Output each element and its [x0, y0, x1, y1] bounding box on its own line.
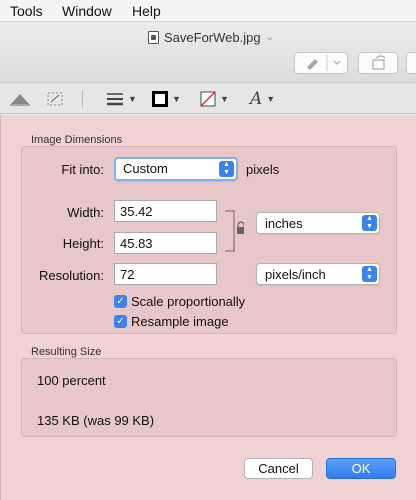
rotate-button[interactable] [358, 52, 398, 74]
text-style-icon: A [250, 89, 263, 109]
image-dimensions-label: Image Dimensions [31, 134, 123, 146]
border-color-button[interactable]: ▼ [152, 90, 181, 108]
line-style-icon [107, 93, 123, 106]
resize-icon [47, 92, 63, 106]
size-unit-value: inches [265, 216, 303, 231]
rotate-icon [372, 55, 386, 70]
checkbox-checked-icon: ✓ [114, 315, 127, 328]
title-bar: SaveForWeb.jpg ⌄ [0, 22, 416, 82]
scale-proportionally-checkbox[interactable]: ✓ Scale proportionally [114, 294, 245, 309]
resulting-size-box: 100 percent 135 KB (was 99 KB) [21, 358, 397, 437]
markup-pen-icon [307, 55, 341, 71]
toolbar-divider [82, 90, 83, 108]
document-icon [148, 31, 159, 44]
border-color-icon [152, 91, 168, 107]
scale-proportionally-label: Scale proportionally [131, 294, 246, 309]
fill-color-button[interactable]: ▼ [200, 90, 229, 108]
fill-color-icon [200, 91, 216, 107]
height-field[interactable]: 45.83 [114, 232, 217, 254]
menu-bar: Tools Window Help [0, 0, 416, 22]
markup-button[interactable] [294, 52, 348, 74]
fit-into-value: Custom [123, 161, 168, 176]
width-label: Width: [67, 205, 104, 220]
resolution-field[interactable]: 72 [114, 263, 217, 285]
adjust-color-button[interactable] [9, 90, 31, 108]
size-unit-select[interactable]: inches ▲ ▼ [256, 212, 380, 234]
height-label: Height: [62, 236, 104, 251]
popup-stepper-icon: ▲ ▼ [362, 215, 377, 231]
file-size-text: 135 KB (was 99 KB) [37, 413, 155, 428]
document-title-text: SaveForWeb.jpg [164, 30, 261, 45]
adjust-size-sheet: Image Dimensions Fit into: Custom ▲ ▼ pix… [0, 115, 416, 500]
resize-button[interactable] [46, 90, 64, 108]
popup-stepper-icon: ▲ ▼ [362, 266, 377, 282]
checkbox-checked-icon: ✓ [114, 295, 127, 308]
resolution-unit-select[interactable]: pixels/inch ▲ ▼ [256, 263, 380, 285]
menu-help[interactable]: Help [132, 3, 161, 19]
fit-into-label: Fit into: [61, 162, 104, 177]
fit-into-select[interactable]: Custom ▲ ▼ [114, 157, 238, 181]
edit-toolbar: ▼ ▼ ▼ A ▼ [0, 82, 416, 114]
fit-into-unit-label: pixels [246, 162, 280, 177]
image-dimensions-box: Fit into: Custom ▲ ▼ pixels Width: 35.42 … [21, 146, 397, 334]
text-style-button[interactable]: A ▼ [250, 89, 276, 109]
ok-button[interactable]: OK [326, 458, 396, 479]
resample-image-checkbox[interactable]: ✓ Resample image [114, 314, 229, 329]
resulting-size-label: Resulting Size [31, 346, 102, 358]
popup-stepper-icon: ▲ ▼ [219, 161, 234, 177]
document-title[interactable]: SaveForWeb.jpg ⌄ [148, 30, 274, 45]
proportion-lock-icon[interactable] [222, 209, 244, 253]
chevron-down-icon: ▼ [172, 94, 181, 104]
resample-image-label: Resample image [131, 314, 229, 329]
toolbar-extra-button[interactable] [406, 52, 416, 74]
title-chevron-icon: ⌄ [265, 32, 274, 43]
cancel-button[interactable]: Cancel [244, 458, 313, 479]
chevron-down-icon: ▼ [128, 94, 137, 104]
width-field[interactable]: 35.42 [114, 200, 217, 222]
menu-window[interactable]: Window [62, 3, 112, 19]
line-style-button[interactable]: ▼ [106, 90, 137, 108]
resolution-unit-value: pixels/inch [265, 267, 326, 282]
percent-text: 100 percent [37, 373, 106, 388]
chevron-down-icon: ▼ [220, 94, 229, 104]
adjust-color-icon [10, 94, 30, 106]
menu-tools[interactable]: Tools [10, 3, 43, 19]
chevron-down-icon: ▼ [266, 94, 276, 104]
resolution-label: Resolution: [38, 268, 104, 283]
